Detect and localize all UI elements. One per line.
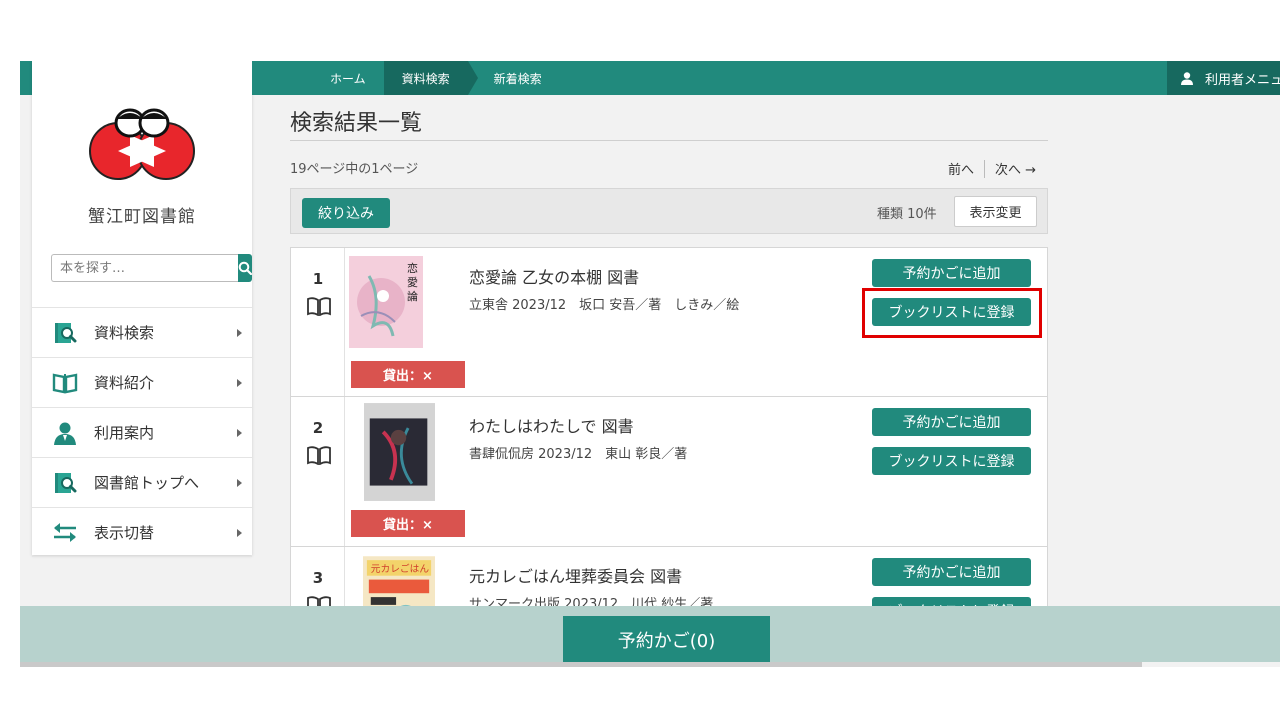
user-menu-label: 利用者メニュー <box>1205 72 1280 88</box>
book-meta: 立東舎 2023/12 坂口 安吾／著 しきみ／絵 <box>469 298 740 313</box>
result-number: 2 <box>312 419 324 437</box>
search-icon <box>238 261 252 275</box>
prev-page-link[interactable]: 前へ <box>948 159 974 178</box>
breadcrumb-home[interactable]: ホーム <box>312 61 384 95</box>
sidebar-item-label: 資料紹介 <box>94 374 155 392</box>
lending-status-badge: 貸出：× <box>351 361 465 388</box>
filter-button[interactable]: 絞り込み <box>302 198 390 228</box>
add-to-booklist-button[interactable]: ブックリストに登録 <box>872 298 1031 326</box>
breadcrumb-bar: ホーム 資料検索 新着検索 利用者メニュー <box>252 61 1280 95</box>
display-change-button[interactable]: 表示変更 <box>954 196 1037 227</box>
chevron-right-icon <box>237 479 242 487</box>
open-book-icon <box>52 370 78 396</box>
breadcrumb-new-arrivals[interactable]: 新着検索 <box>468 61 560 95</box>
search-box <box>51 254 252 282</box>
sidebar: 蟹江町図書館 資料検索 <box>32 61 252 557</box>
left-accent-strip <box>20 61 32 95</box>
book-meta: 書肆侃侃房 2023/12 東山 彰良／著 <box>469 447 688 462</box>
search-book-icon <box>52 470 78 496</box>
user-menu-button[interactable]: 利用者メニュー <box>1167 61 1280 95</box>
result-number: 3 <box>312 569 324 587</box>
swap-arrows-icon <box>52 519 78 545</box>
book-icon <box>307 446 331 465</box>
result-number-column: 2 <box>291 397 345 546</box>
filter-bar: 絞り込み 種類 10件 表示変更 <box>290 188 1048 234</box>
search-button[interactable] <box>238 254 252 282</box>
add-to-reservation-cart-button[interactable]: 予約かごに追加 <box>872 259 1031 287</box>
title-divider <box>290 140 1048 141</box>
library-logo-icon[interactable] <box>82 105 202 185</box>
chevron-right-icon <box>237 529 242 537</box>
sidebar-item-library-top[interactable]: 図書館トップへ <box>32 457 252 507</box>
sidebar-menu: 資料検索 資料紹介 利用案内 図書館トップへ 表示切替 <box>32 307 252 557</box>
pager-text: 19ページ中の1ページ <box>290 162 419 177</box>
book-cover-image[interactable]: 恋 愛 論 <box>349 256 423 348</box>
reservation-cart-bar: 予約かご(0) <box>20 606 1280 663</box>
sidebar-item-label: 資料検索 <box>94 324 155 342</box>
cover-title-text: 恋 <box>407 261 418 275</box>
book-cover-image[interactable] <box>364 401 435 503</box>
library-name: 蟹江町図書館 <box>88 207 196 227</box>
pager-divider <box>984 159 986 178</box>
add-to-reservation-cart-button[interactable]: 予約かごに追加 <box>872 558 1031 586</box>
add-to-reservation-cart-button[interactable]: 予約かごに追加 <box>872 408 1031 436</box>
page-title: 検索結果一覧 <box>290 111 423 136</box>
user-icon <box>1181 71 1193 85</box>
svg-text:愛: 愛 <box>407 276 418 289</box>
book-title-link[interactable]: 元カレごはん埋葬委員会 図書 <box>469 563 682 587</box>
sidebar-item-label: 利用案内 <box>94 424 155 442</box>
page-frame: 蟹江町図書館 資料検索 <box>20 61 1280 667</box>
sidebar-item-guide[interactable]: 利用案内 <box>32 407 252 457</box>
book-title-link[interactable]: わたしはわたしで 図書 <box>469 413 634 437</box>
sidebar-item-search[interactable]: 資料検索 <box>32 307 252 357</box>
breadcrumb-search[interactable]: 資料検索 <box>383 61 478 95</box>
svg-text:論: 論 <box>407 289 418 303</box>
result-number: 1 <box>312 270 324 288</box>
next-page-link[interactable]: 次へ → <box>995 159 1036 178</box>
result-item: 2 貸出：× わたしはわたしで 図書 書肆侃侃房 2023/12 東山 彰良／著… <box>290 397 1048 547</box>
sidebar-item-label: 表示切替 <box>94 523 155 542</box>
chevron-right-icon <box>237 429 242 437</box>
sidebar-item-introduction[interactable]: 資料紹介 <box>32 357 252 407</box>
search-book-icon <box>52 320 78 346</box>
sidebar-item-display-toggle[interactable]: 表示切替 <box>32 507 252 557</box>
user-guide-icon <box>52 420 78 446</box>
chevron-right-icon <box>237 329 242 337</box>
horizontal-scrollbar[interactable] <box>20 662 1142 667</box>
lending-status-badge: 貸出：× <box>351 510 465 537</box>
pager-nav: 前へ 次へ → <box>948 159 1036 178</box>
sidebar-item-label: 図書館トップへ <box>94 474 200 492</box>
book-title-link[interactable]: 恋愛論 乙女の本棚 図書 <box>469 264 639 288</box>
breadcrumb: ホーム 資料検索 新着検索 <box>312 61 560 95</box>
result-item: 1 恋 愛 論 貸出：× 恋愛論 乙女の本棚 図書 立東舎 2023/12 坂口… <box>290 247 1048 397</box>
reservation-cart-button[interactable]: 予約かご(0) <box>563 616 770 663</box>
result-list: 1 恋 愛 論 貸出：× 恋愛論 乙女の本棚 図書 立東舎 2023/12 坂口… <box>290 247 1048 667</box>
svg-text:元カレごはん: 元カレごはん <box>371 562 430 575</box>
result-number-column: 1 <box>291 248 345 396</box>
result-type-count: 種類 10件 <box>877 207 937 222</box>
book-icon <box>307 297 331 316</box>
chevron-right-icon <box>237 379 242 387</box>
search-input[interactable] <box>51 254 238 282</box>
add-to-booklist-button[interactable]: ブックリストに登録 <box>872 447 1031 475</box>
